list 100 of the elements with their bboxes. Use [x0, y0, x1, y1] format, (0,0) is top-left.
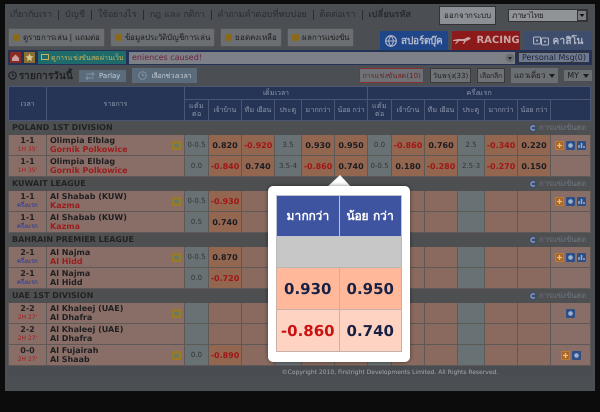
odds-cell[interactable]: 0.930: [302, 134, 334, 156]
odds-cell[interactable]: 0.740: [242, 156, 274, 176]
coin-icon[interactable]: [566, 252, 576, 262]
odds-cell: [484, 190, 518, 212]
toolbar-button[interactable]: ข้อมูลประวัติบัญชีการเล่น: [110, 28, 215, 47]
odds-cell[interactable]: 0.740: [208, 212, 242, 232]
star-icon[interactable]: [24, 52, 35, 63]
caret-icon: [577, 10, 587, 20]
odds-cell: [424, 324, 458, 344]
personal-message-button[interactable]: Personal Msg(0): [518, 52, 590, 63]
score-text: 2-1: [20, 269, 35, 278]
odds-cell[interactable]: 0.220: [518, 134, 550, 156]
table-cell: [458, 302, 484, 324]
team-name: Al Fujairah: [50, 346, 100, 355]
clock-icon: [8, 71, 17, 80]
view-select[interactable]: แถวเดี่ยว: [511, 68, 558, 83]
coin-icon[interactable]: [566, 140, 576, 150]
odds-cell: [484, 212, 518, 232]
caret-icon[interactable]: [504, 52, 515, 62]
square-icon: [114, 34, 122, 41]
team-name: Olimpia Elblag: [50, 157, 116, 166]
odds-cell[interactable]: 0.950: [334, 134, 368, 156]
plus-icon[interactable]: [555, 252, 564, 262]
team-name: Al Shabab (KUW): [50, 213, 128, 222]
table-cell: [458, 268, 484, 288]
score-text: 1-1: [19, 136, 36, 145]
language-select[interactable]: ภาษาไทย: [508, 8, 588, 22]
refresh-icon: [529, 180, 538, 188]
square-icon: [292, 34, 299, 41]
odds-cell: [424, 190, 458, 212]
toolbar-button[interactable]: ยอดคงเหลือ: [220, 28, 282, 47]
column-header: น้อย กว่า: [339, 196, 402, 236]
team-name: Kazma: [50, 201, 81, 210]
bar-chart-icon[interactable]: [577, 140, 586, 150]
dog-icon: [452, 36, 472, 46]
odds-cell[interactable]: 0.870: [208, 246, 242, 268]
team-name: Al Najma: [50, 248, 92, 257]
odds-cell: [424, 268, 458, 288]
odds-cell: [424, 246, 458, 268]
refresh-icon: [529, 124, 538, 132]
odds-cell[interactable]: 0.180: [392, 156, 424, 176]
team-name: Kazma: [50, 222, 81, 231]
coin-icon[interactable]: [572, 350, 581, 360]
tv-icon: [41, 54, 49, 61]
odds-cell[interactable]: 0.820: [208, 134, 242, 156]
score-text: 2-2: [19, 325, 36, 334]
plus-icon[interactable]: [560, 350, 570, 360]
dice-icon: [532, 36, 548, 46]
odds-cell[interactable]: 0.740: [334, 156, 368, 176]
news-ticker: eniences caused!: [129, 52, 515, 64]
score-text: 2-1: [20, 248, 35, 257]
table-cell: [458, 344, 484, 366]
coin-icon[interactable]: [566, 196, 576, 206]
odds-cell[interactable]: 0.150: [518, 156, 550, 176]
table-cell: [458, 324, 484, 344]
caret-icon: [549, 74, 556, 78]
team-name: Al Dhafra: [50, 334, 94, 343]
table-cell: [458, 190, 484, 212]
table-cell: [458, 246, 484, 268]
team-name: Al Dhafra: [50, 313, 94, 322]
table-cell: [458, 212, 484, 232]
team-name: Al Hidd: [50, 278, 84, 287]
odds-cell: 0.930: [276, 268, 339, 310]
toolbar-button[interactable]: ผลการแข่งขัน: [286, 28, 354, 47]
toolbar-button[interactable]: ดูรายการเล่น | แถมต่อ: [8, 28, 105, 47]
odds-cell[interactable]: 0.760: [424, 134, 458, 156]
odds-cell: [518, 212, 550, 232]
bar-chart-icon[interactable]: [577, 196, 586, 206]
home-icon[interactable]: [10, 52, 21, 63]
team-name: Al Hidd: [50, 257, 84, 266]
odds-cell: [208, 324, 242, 344]
swap-icon: [85, 72, 95, 80]
odds-cell: [484, 302, 518, 324]
odds-cell: [424, 302, 458, 324]
plus-icon[interactable]: [555, 196, 564, 206]
refresh-icon: [529, 236, 538, 244]
odds-cell: [424, 212, 458, 232]
team-name: Gornik Polkowice: [50, 145, 129, 154]
square-icon: [13, 34, 20, 41]
globe-icon: [385, 34, 397, 46]
square-icon: [224, 34, 232, 41]
score-text: 2-2: [19, 304, 36, 313]
odds-cell: [518, 324, 550, 344]
coin-icon[interactable]: [566, 308, 576, 318]
clock-icon: [138, 71, 148, 80]
product-tab[interactable]: คาสิโน: [524, 31, 592, 50]
logout-button[interactable]: ออกจากระบบ: [439, 6, 496, 24]
plus-icon[interactable]: [555, 140, 564, 150]
odds-cell: 0.950: [339, 268, 402, 310]
odds-cell: [484, 324, 518, 344]
product-tab[interactable]: สปอร์ตบุ๊ค: [380, 31, 448, 50]
team-name: Gornik Polkowice: [50, 166, 129, 175]
team-name: Al Najma: [50, 269, 92, 278]
team-name: Al Khaleej (UAE): [50, 304, 124, 313]
bar-chart-icon[interactable]: [577, 252, 586, 262]
product-tab[interactable]: RACING: [452, 31, 520, 50]
score-text: 1-1: [19, 157, 36, 166]
refresh-icon: [529, 292, 538, 300]
odds-format-select[interactable]: MY: [564, 70, 592, 81]
team-name: Al Shabab (KUW): [50, 192, 128, 201]
